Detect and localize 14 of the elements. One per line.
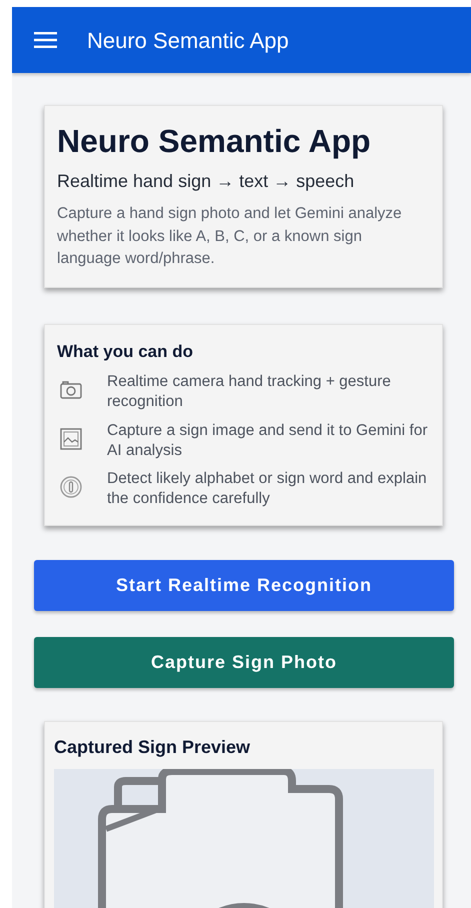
menu-icon[interactable]	[34, 32, 57, 48]
hero-title: Neuro Semantic App	[57, 122, 372, 160]
app-title: Neuro Semantic App	[87, 26, 289, 55]
preview-title: Captured Sign Preview	[54, 736, 252, 760]
capture-button[interactable]: Capture Sign Photo	[34, 637, 454, 688]
feature-text: Detect likely alphabet or sign word and explain the confidence carefully	[107, 468, 428, 509]
info-icon	[59, 474, 83, 499]
section-title: What you can do	[57, 340, 194, 363]
feature-text: Realtime camera hand tracking + gesture recognition	[107, 372, 392, 412]
image-icon	[59, 426, 83, 451]
hero-subtitle: Realtime hand sign → text → speech	[57, 170, 356, 194]
hero-description: Capture a hand sign photo and let Gemini analyze whether it looks like A, B, C, or a known sign language word/phrase.	[57, 204, 403, 270]
start-button[interactable]: Start Realtime Recognition	[34, 560, 454, 612]
feature-text: Capture a sign image and send it to Gemini for AI analysis	[107, 420, 429, 461]
